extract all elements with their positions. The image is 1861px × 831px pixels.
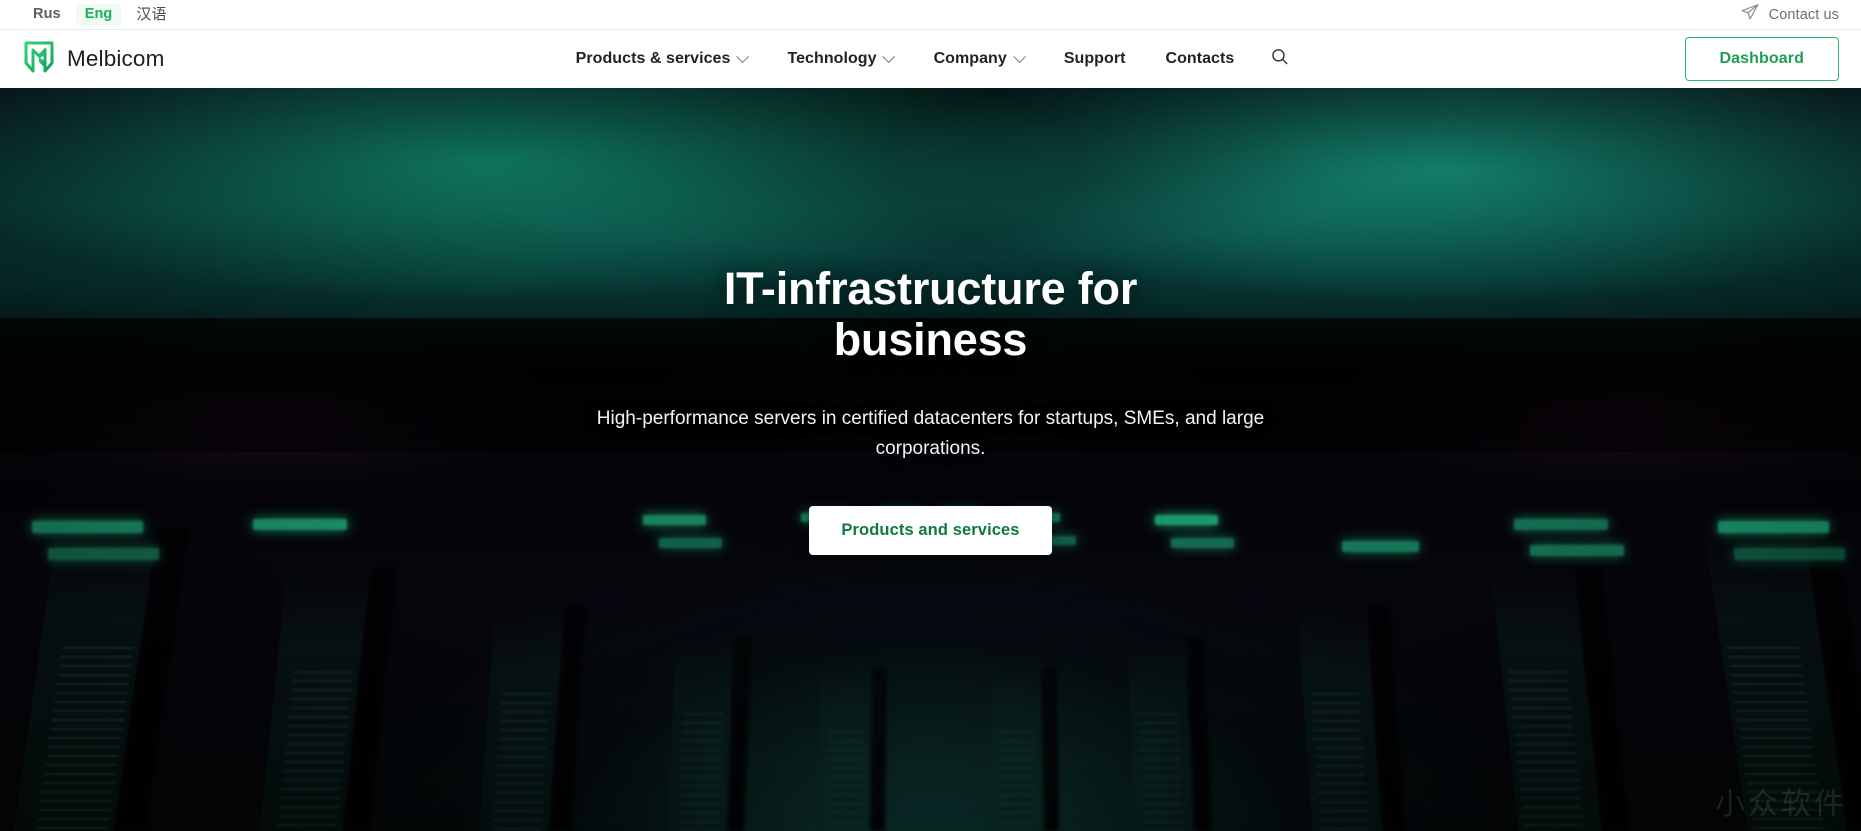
dashboard-button[interactable]: Dashboard (1685, 37, 1839, 81)
nav-menu: Products & services Technology Company S… (556, 39, 1306, 79)
nav-item-support[interactable]: Support (1044, 42, 1146, 76)
top-utility-bar: Rus Eng 汉语 Contact us (0, 0, 1861, 30)
nav-item-label: Products & services (576, 50, 731, 68)
nav-item-contacts[interactable]: Contacts (1145, 42, 1254, 76)
nav-item-label: Contacts (1165, 50, 1234, 68)
chevron-down-icon (883, 50, 896, 63)
products-and-services-cta-button[interactable]: Products and services (809, 506, 1051, 555)
paper-plane-icon (1740, 2, 1760, 27)
language-switcher[interactable]: Rus Eng 汉语 (24, 4, 176, 25)
language-option-rus[interactable]: Rus (24, 4, 70, 25)
brand-name: Melbicom (67, 46, 164, 72)
nav-item-label: Support (1064, 50, 1126, 68)
search-icon (1270, 47, 1289, 71)
language-option-chinese[interactable]: 汉语 (127, 4, 175, 25)
nav-item-label: Technology (787, 50, 876, 68)
hero-title: IT-infrastructure for business (681, 264, 1181, 366)
melbicom-m-logo-icon (24, 41, 54, 78)
contact-us-label: Contact us (1769, 7, 1839, 23)
nav-item-products-services[interactable]: Products & services (556, 42, 768, 76)
language-option-eng[interactable]: Eng (76, 4, 122, 25)
search-button[interactable] (1254, 39, 1305, 79)
nav-item-company[interactable]: Company (914, 42, 1044, 76)
hero-content: IT-infrastructure for business High-perf… (0, 88, 1861, 831)
chevron-down-icon (737, 50, 750, 63)
main-navigation-bar: Melbicom Products & services Technology … (0, 30, 1861, 88)
nav-item-technology[interactable]: Technology (767, 42, 913, 76)
hero-section: IT-infrastructure for business High-perf… (0, 88, 1861, 831)
brand-logo-link[interactable]: Melbicom (24, 41, 164, 78)
chevron-down-icon (1013, 50, 1026, 63)
contact-us-link[interactable]: Contact us (1740, 2, 1839, 27)
nav-item-label: Company (934, 50, 1007, 68)
hero-subtitle: High-performance servers in certified da… (591, 404, 1271, 464)
image-watermark: 小众软件 (1715, 779, 1847, 823)
